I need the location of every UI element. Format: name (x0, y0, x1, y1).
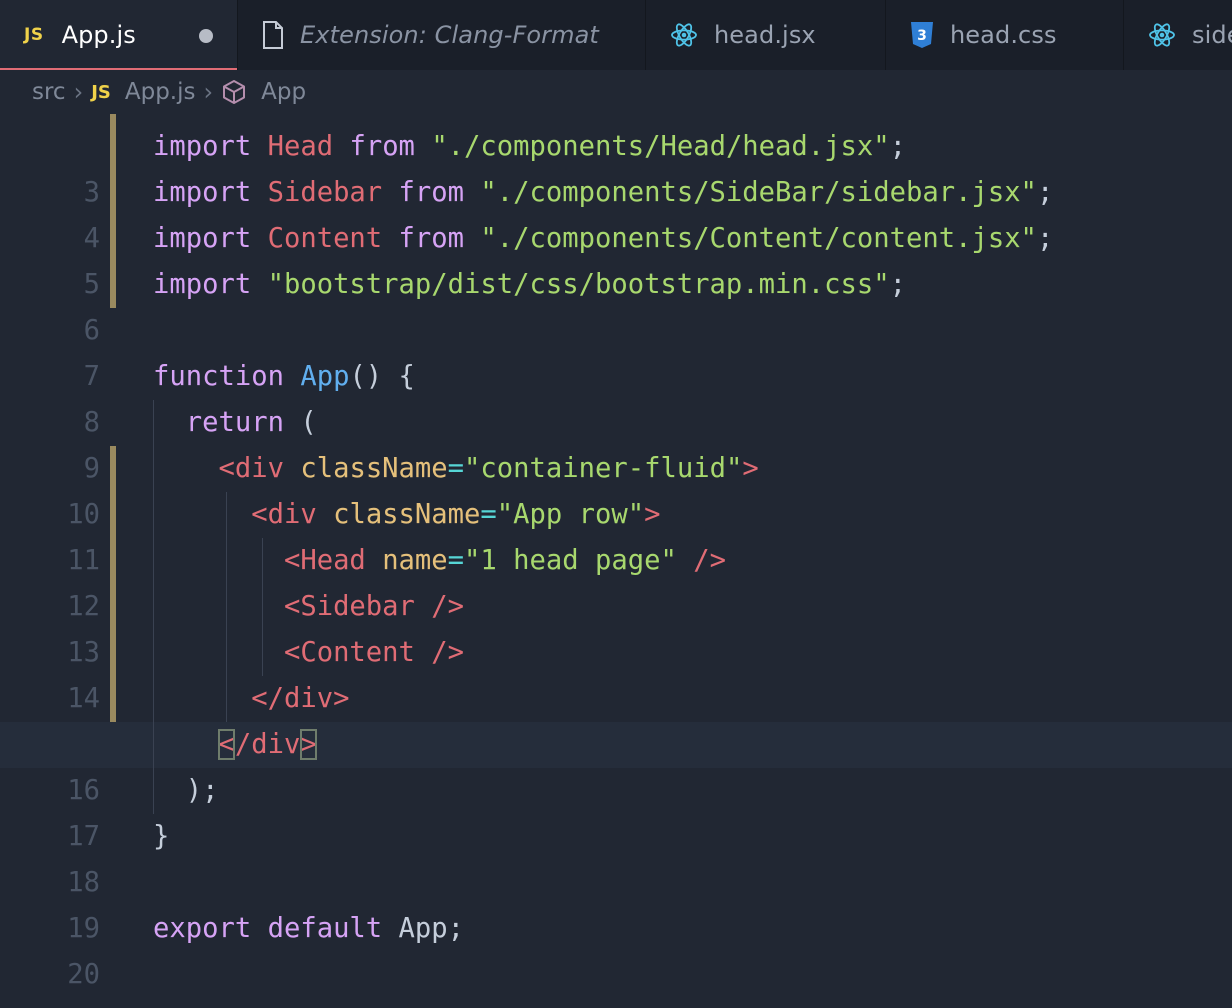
code-line: 6 import "bootstrap/dist/css/bootstrap.m… (0, 262, 1232, 346)
tab-sidebar-jsx[interactable]: side (1124, 0, 1232, 70)
js-icon: JS (91, 81, 111, 103)
code-line: 14 <Content /> (0, 630, 1232, 714)
line-number: 21 (0, 998, 100, 1008)
code-line: 20 export default App; (0, 906, 1232, 990)
breadcrumb: src › JS App.js › App (0, 70, 1232, 114)
breadcrumb-item-src[interactable]: src (32, 79, 66, 105)
svg-text:3: 3 (917, 28, 927, 44)
code-line: 8 function App() { (0, 354, 1232, 438)
tab-app-js[interactable]: JS App.js (0, 0, 238, 70)
git-modified-marker (110, 492, 116, 538)
code-line: 3 import Head from "./components/Head/he… (0, 124, 1232, 208)
code-line: 12 <Head name="1 head page" /> (0, 538, 1232, 622)
tab-label: head.jsx (714, 21, 816, 49)
code-line: 5 import Content from "./components/Cont… (0, 216, 1232, 300)
code-line: 15 </div> (0, 676, 1232, 760)
js-icon: JS (24, 25, 44, 45)
tab-extension-clang-format[interactable]: Extension: Clang-Format (238, 0, 646, 70)
code-line: 9 return ( (0, 400, 1232, 484)
tab-head-jsx[interactable]: head.jsx (646, 0, 886, 70)
clipped-line (0, 114, 1232, 124)
cube-icon (221, 79, 247, 105)
code-line: 7 (0, 308, 1232, 392)
unsaved-dot-icon[interactable] (199, 29, 213, 43)
tab-label: App.js (61, 21, 136, 49)
git-modified-marker (110, 676, 116, 722)
code-line: 21 (0, 952, 1232, 1008)
git-modified-marker (110, 538, 116, 584)
chevron-right-icon: › (203, 78, 214, 106)
code-line: 4 import Sidebar from "./components/Side… (0, 170, 1232, 254)
code-line: 10 <div className="container-fluid"> (0, 446, 1232, 530)
file-icon (262, 21, 284, 49)
chevron-right-icon: › (73, 78, 84, 106)
git-modified-marker (110, 446, 116, 492)
react-icon (670, 22, 698, 48)
git-modified-marker (110, 170, 116, 216)
code-lines: 3 import Head from "./components/Head/he… (0, 124, 1232, 1008)
breadcrumb-item-app-js[interactable]: App.js (125, 79, 196, 105)
code-line: 13 <Sidebar /> (0, 584, 1232, 668)
tab-label: head.css (950, 21, 1057, 49)
code-line: 18 } (0, 814, 1232, 898)
css3-icon: 3 (910, 21, 934, 49)
tab-label: Extension: Clang-Format (300, 21, 599, 49)
git-modified-marker (110, 216, 116, 262)
react-icon (1148, 22, 1176, 48)
code-line: 11 <div className="App row"> (0, 492, 1232, 576)
git-modified-marker (110, 630, 116, 676)
git-modified-marker (110, 124, 116, 170)
git-modified-marker (110, 262, 116, 308)
tab-label: side (1192, 21, 1232, 49)
git-modified-marker (110, 584, 116, 630)
code-line: 19 (0, 860, 1232, 944)
tab-bar: JS App.js Extension: Clang-Format head.j… (0, 0, 1232, 70)
bracket-match-open: < (218, 729, 235, 760)
breadcrumb-item-app-symbol[interactable]: App (261, 79, 306, 105)
current-code-line: 16 </div> (0, 722, 1232, 806)
tab-head-css[interactable]: 3 head.css (886, 0, 1124, 70)
code-editor[interactable]: 3 import Head from "./components/Head/he… (0, 114, 1232, 1008)
code-line: 17 ); (0, 768, 1232, 852)
bracket-match-close: > (300, 729, 317, 760)
